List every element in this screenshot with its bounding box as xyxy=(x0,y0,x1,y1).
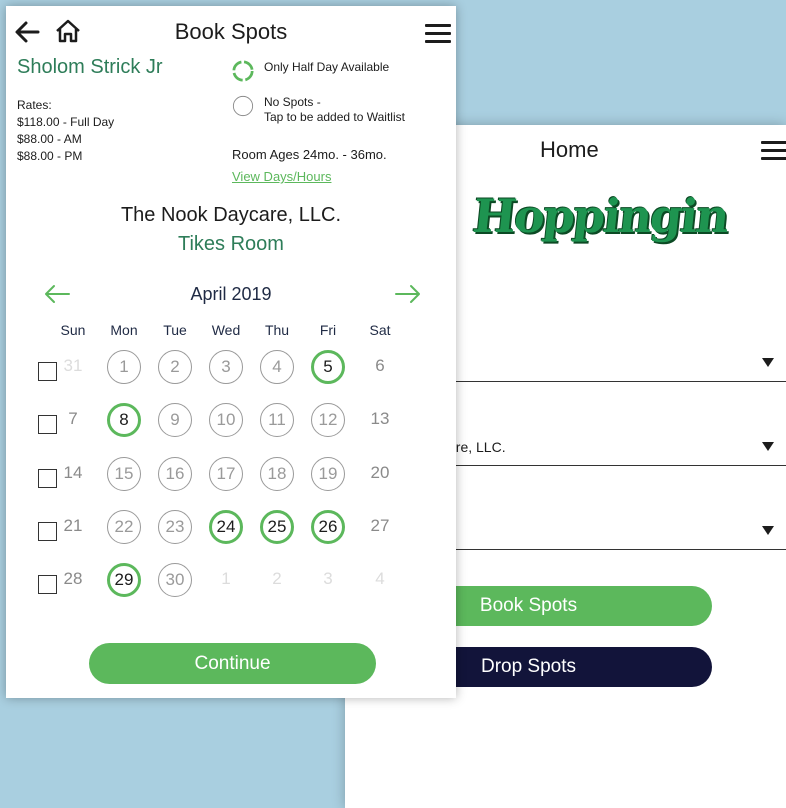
calendar-day[interactable]: 5 xyxy=(311,350,345,384)
calendar-day[interactable]: 15 xyxy=(107,457,141,491)
caret-down-icon xyxy=(762,358,774,367)
legend-no-spots-line2: Tap to be added to Waitlist xyxy=(264,110,405,124)
calendar-day: 28 xyxy=(63,569,83,588)
calendar-day[interactable]: 17 xyxy=(209,457,243,491)
weekday-header: Mon xyxy=(110,322,138,338)
room-ages: Room Ages 24mo. - 36mo. xyxy=(232,147,387,162)
calendar-day[interactable]: 26 xyxy=(311,510,345,544)
calendar-day[interactable]: 16 xyxy=(158,457,192,491)
week-select-checkbox[interactable] xyxy=(38,362,57,381)
calendar-day[interactable]: 3 xyxy=(209,350,243,384)
week-select-checkbox[interactable] xyxy=(38,522,57,541)
weekday-header: Wed xyxy=(211,322,241,338)
calendar-day: 2 xyxy=(272,569,282,588)
home-title: Home xyxy=(540,137,599,162)
calendar-day[interactable]: 4 xyxy=(260,350,294,384)
rate-am: $88.00 - AM xyxy=(17,132,82,146)
calendar-day: 13 xyxy=(370,409,390,428)
rate-pm: $88.00 - PM xyxy=(17,149,83,163)
week-select-checkbox[interactable] xyxy=(38,415,57,434)
weekday-header: Sat xyxy=(369,322,391,338)
calendar-day[interactable]: 29 xyxy=(107,563,141,597)
calendar-day[interactable]: 23 xyxy=(158,510,192,544)
calendar-day[interactable]: 30 xyxy=(158,563,192,597)
calendar-day: 31 xyxy=(63,356,83,375)
calendar-day: 3 xyxy=(323,569,333,588)
hoppingin-logo: Hoppingin xyxy=(470,189,731,243)
calendar-day[interactable]: 24 xyxy=(209,510,243,544)
hamburger-menu-icon[interactable] xyxy=(425,24,451,44)
legend-half-day: Only Half Day Available xyxy=(232,60,389,82)
rates-label: Rates: xyxy=(17,98,52,112)
calendar-day[interactable]: 8 xyxy=(107,403,141,437)
rates-block: Rates: $118.00 - Full Day $88.00 - AM $8… xyxy=(17,97,114,165)
week-select-checkbox[interactable] xyxy=(38,575,57,594)
calendar-day[interactable]: 25 xyxy=(260,510,294,544)
calendar-day[interactable]: 11 xyxy=(260,403,294,437)
calendar-day[interactable]: 9 xyxy=(158,403,192,437)
continue-button[interactable]: Continue xyxy=(89,643,376,684)
calendar-day: 21 xyxy=(63,516,83,535)
caret-down-icon xyxy=(762,526,774,535)
calendar-day: 1 xyxy=(221,569,231,588)
book-spots-screen: Book Spots Sholom Strick Jr Rates: $118.… xyxy=(6,6,456,698)
weekday-header: Sun xyxy=(60,322,86,338)
calendar-day[interactable]: 1 xyxy=(107,350,141,384)
rate-full-day: $118.00 - Full Day xyxy=(17,115,115,129)
view-days-hours-link[interactable]: View Days/Hours xyxy=(232,169,331,184)
page-title: Book Spots xyxy=(174,19,288,44)
calendar-day: 6 xyxy=(375,356,385,375)
legend-no-spots-line1: No Spots - xyxy=(264,95,321,109)
calendar-day[interactable]: 2 xyxy=(158,350,192,384)
calendar-day[interactable]: 12 xyxy=(311,403,345,437)
legend-no-spots-text: No Spots - Tap to be added to Waitlist xyxy=(264,95,405,125)
calendar-day: 4 xyxy=(375,569,385,588)
calendar-day[interactable]: 18 xyxy=(260,457,294,491)
no-spots-indicator-icon xyxy=(232,95,254,117)
weekday-header: Fri xyxy=(319,322,337,338)
calendar-day[interactable]: 22 xyxy=(107,510,141,544)
calendar-day: 20 xyxy=(370,463,390,482)
calendar-day[interactable]: 10 xyxy=(209,403,243,437)
caret-down-icon xyxy=(762,442,774,451)
weekday-header: Thu xyxy=(264,322,290,338)
room-name: Tikes Room xyxy=(178,233,284,255)
calendar-day: 27 xyxy=(370,516,390,535)
weekday-header: Tue xyxy=(163,322,187,338)
legend-half-day-text: Only Half Day Available xyxy=(264,60,390,74)
week-select-checkbox[interactable] xyxy=(38,469,57,488)
legend-no-spots: No Spots - Tap to be added to Waitlist xyxy=(232,95,405,125)
month-label: April 2019 xyxy=(190,284,272,304)
hamburger-menu-icon[interactable] xyxy=(761,141,786,161)
calendar-day: 14 xyxy=(63,463,83,482)
calendar-day[interactable]: 19 xyxy=(311,457,345,491)
daycare-name: The Nook Daycare, LLC. xyxy=(120,204,342,226)
half-day-indicator-icon xyxy=(232,60,254,82)
child-name: Sholom Strick Jr xyxy=(17,56,163,78)
calendar-day: 7 xyxy=(68,409,78,428)
next-month-arrow-icon[interactable] xyxy=(394,283,422,310)
